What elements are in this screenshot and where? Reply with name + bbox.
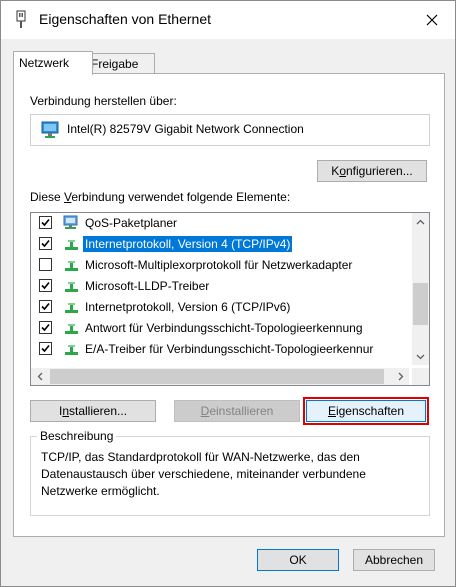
adapter-box: Intel(R) 82579V Gigabit Network Connecti… [30, 114, 430, 146]
elements-list[interactable]: QoS-Paketplaner Internetprotokoll, Versi… [30, 212, 430, 386]
list-item[interactable]: Microsoft-Multiplexorprotokoll für Netzw… [31, 255, 409, 276]
list-item-label: Antwort für Verbindungsschicht-Topologie… [85, 321, 363, 335]
description-legend: Beschreibung [37, 429, 117, 443]
close-button[interactable] [409, 1, 455, 39]
network-adapter-icon [16, 10, 26, 28]
cancel-button[interactable]: Abbrechen [353, 549, 435, 571]
list-item-label: Microsoft-Multiplexorprotokoll für Netzw… [85, 258, 353, 272]
chevron-right-icon [398, 372, 403, 381]
tab-netzwerk[interactable]: Netzwerk [13, 51, 93, 75]
protocol-icon [65, 345, 78, 355]
protocol-icon [65, 240, 78, 250]
properties-label-rest: igenschaften [335, 404, 405, 418]
list-item[interactable]: E/A-Treiber für Verbindungsschicht-Topol… [31, 339, 409, 360]
properties-button[interactable]: Eigenschaften [303, 397, 429, 425]
scroll-left-button[interactable] [31, 368, 48, 385]
check-icon [41, 239, 50, 248]
checkbox[interactable] [39, 216, 52, 229]
configure-accel: o [339, 164, 346, 178]
elements-label: Diese Verbindung verwendet folgende Elem… [30, 190, 290, 204]
scroll-down-button[interactable] [412, 348, 429, 365]
adapter-name: Intel(R) 82579V Gigabit Network Connecti… [67, 122, 304, 136]
tab-panel: Verbindung herstellen über: Intel(R) 825… [13, 73, 445, 537]
protocol-icon [65, 282, 78, 292]
network-card-icon [41, 121, 59, 138]
chevron-left-icon [37, 372, 42, 381]
checkbox[interactable] [39, 342, 52, 355]
checkbox[interactable] [39, 237, 52, 250]
list-item[interactable]: Microsoft-LLDP-Treiber [31, 276, 409, 297]
list-item[interactable]: QoS-Paketplaner [31, 213, 409, 234]
title-bar: Eigenschaften von Ethernet [1, 1, 455, 39]
check-icon [41, 281, 50, 290]
uninstall-accel: D [200, 404, 210, 418]
elements-label-post: erbindung verwendet folgende Elemente: [71, 190, 291, 204]
description-group: Beschreibung TCP/IP, das Standardprotoko… [30, 429, 430, 516]
install-label-rest: stallieren... [69, 404, 128, 418]
scroll-right-button[interactable] [392, 368, 409, 385]
configure-label-part: K [331, 164, 340, 178]
checkbox[interactable] [39, 321, 52, 334]
list-item-label: E/A-Treiber für Verbindungsschicht-Topol… [85, 342, 374, 356]
list-item-label: Internetprotokoll, Version 6 (TCP/IPv6) [85, 300, 291, 314]
protocol-icon [65, 324, 78, 334]
chevron-down-icon [416, 354, 425, 359]
list-item[interactable]: Internetprotokoll, Version 6 (TCP/IPv6) [31, 297, 409, 318]
check-icon [41, 323, 50, 332]
horizontal-scroll-thumb[interactable] [50, 369, 384, 384]
checkbox[interactable] [39, 279, 52, 292]
elements-label-pre: Diese [30, 190, 65, 204]
install-accel: n [62, 404, 69, 418]
list-item-label: Microsoft-LLDP-Treiber [85, 279, 210, 293]
connect-using-label: Verbindung herstellen über: [30, 94, 177, 108]
ok-button[interactable]: OK [257, 549, 339, 571]
uninstall-button[interactable]: Deinstallieren [174, 400, 300, 422]
close-icon [426, 14, 438, 26]
checkbox[interactable] [39, 258, 52, 271]
properties-dialog: Eigenschaften von Ethernet Netzwerk Frei… [0, 0, 456, 587]
horizontal-scrollbar[interactable] [31, 368, 409, 385]
scroll-up-button[interactable] [412, 213, 429, 230]
protocol-icon [65, 303, 78, 313]
check-icon [41, 344, 50, 353]
scrollbar-corner [412, 368, 429, 385]
check-icon [41, 302, 50, 311]
tab-freigabe[interactable]: Freigabe [85, 53, 155, 74]
window-title: Eigenschaften von Ethernet [39, 11, 212, 27]
uninstall-label-rest: einstallieren [209, 404, 274, 418]
checkbox[interactable] [39, 300, 52, 313]
check-icon [41, 218, 50, 227]
install-button[interactable]: In stallieren... [30, 400, 156, 422]
description-text: TCP/IP, das Standardprotokoll für WAN-Ne… [41, 450, 366, 498]
configure-button[interactable]: Ko nfigurieren... [317, 160, 427, 182]
elements-list-items: QoS-Paketplaner Internetprotokoll, Versi… [31, 213, 409, 365]
list-item[interactable]: Antwort für Verbindungsschicht-Topologie… [31, 318, 409, 339]
chevron-up-icon [416, 219, 425, 224]
list-item-label: QoS-Paketplaner [85, 216, 178, 230]
qos-icon [63, 215, 78, 229]
vertical-scroll-thumb[interactable] [413, 283, 428, 325]
list-item-label: Internetprotokoll, Version 4 (TCP/IPv4) [83, 236, 293, 252]
protocol-icon [65, 261, 78, 271]
configure-label-rest: nfigurieren... [346, 164, 413, 178]
list-item[interactable]: Internetprotokoll, Version 4 (TCP/IPv4) [31, 234, 409, 255]
vertical-scrollbar[interactable] [412, 213, 429, 365]
properties-accel: E [327, 404, 336, 418]
